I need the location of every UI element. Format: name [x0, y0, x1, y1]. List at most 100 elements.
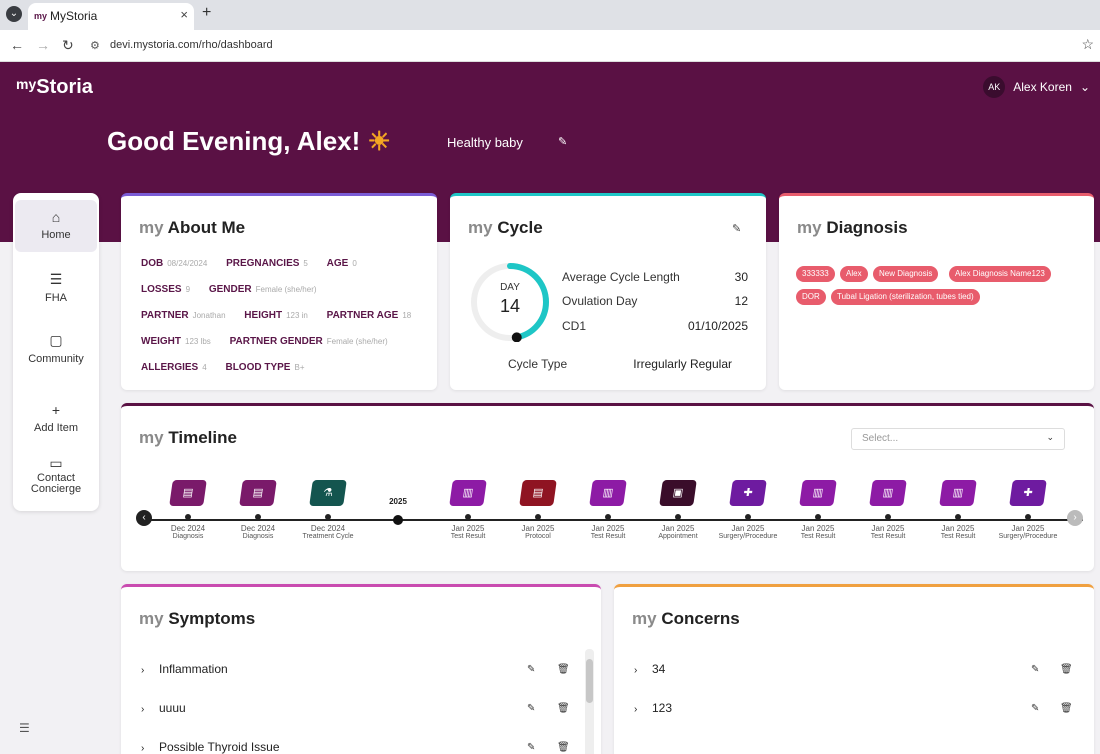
trash-icon[interactable]: 🗑 [1060, 703, 1073, 714]
site-info-icon[interactable]: ⚙ [90, 39, 100, 52]
diagnosis-tag[interactable]: DOR [796, 289, 826, 305]
edit-icon[interactable]: ✎ [527, 664, 535, 675]
timeline-event[interactable]: ✚ Jan 2025 Surgery/Procedure [988, 480, 1068, 540]
timeline-next-icon[interactable]: › [1067, 510, 1083, 526]
chat-bubbles-icon: ▢ [49, 332, 63, 348]
forward-icon[interactable]: → [36, 37, 50, 53]
sidebar-item-community[interactable]: ▢ Community [15, 332, 97, 365]
timeline-event[interactable]: ▤ Dec 2024 Diagnosis [218, 480, 298, 540]
card-title: my About Me [139, 218, 246, 237]
diagnosis-tag[interactable]: Tubal Ligation (sterilization, tubes tie… [831, 289, 980, 305]
about-row: DOB 08/24/2024 PREGNANCIES 5 AGE 0 [141, 258, 357, 269]
clipboard-icon: ▤ [519, 480, 557, 506]
test-tube-icon: ▥ [869, 480, 907, 506]
edit-cycle-icon[interactable]: ✎ [732, 222, 741, 235]
home-icon: ⌂ [51, 209, 61, 225]
trash-icon[interactable]: 🗑 [1060, 664, 1073, 675]
new-tab-icon[interactable]: + [202, 4, 211, 22]
settings-list-icon[interactable]: ☰ [19, 721, 30, 735]
diagnosis-tag[interactable]: Alex [840, 266, 868, 282]
concern-row[interactable]: › 123 [634, 701, 672, 715]
edit-icon[interactable]: ✎ [1031, 664, 1039, 675]
trash-icon[interactable]: 🗑 [557, 703, 570, 714]
symptoms-scrollbar[interactable] [585, 649, 594, 754]
sidebar: ⌂ Home ☰ FHA ▢ Community + Add Item ▭ Co… [13, 193, 99, 511]
timeline-filter-select[interactable]: Select... ⌄ [851, 428, 1065, 450]
about-row: LOSSES 9 GENDER Female (she/her) [141, 284, 317, 295]
timeline-event[interactable]: ⚗ Dec 2024 Treatment Cycle [288, 480, 368, 540]
ovulation-value: 12 [734, 294, 748, 308]
timeline-event[interactable]: ▤ Dec 2024 Diagnosis [148, 480, 228, 540]
bookmark-star-icon[interactable]: ☆ [1081, 36, 1094, 53]
edit-icon[interactable]: ✎ [1031, 703, 1039, 714]
status-subtitle: Healthy baby [447, 135, 523, 150]
timeline-event[interactable]: ▥ Jan 2025 Test Result [918, 480, 998, 540]
test-tube-icon: ▥ [939, 480, 977, 506]
cd1-label: CD1 [562, 319, 587, 333]
day-label: DAY [500, 282, 520, 293]
diagnosis-tag[interactable]: Alex Diagnosis Name123 [949, 266, 1051, 282]
close-tab-icon[interactable]: × [180, 7, 188, 22]
day-value: 14 [499, 296, 521, 316]
diagnosis-tag[interactable]: 333333 [796, 266, 835, 282]
trash-icon[interactable]: 🗑 [557, 664, 570, 675]
edit-icon[interactable]: ✎ [527, 742, 535, 753]
ovulation-label: Ovulation Day [562, 294, 638, 308]
test-tube-icon: ▥ [589, 480, 627, 506]
favicon-icon: my [34, 11, 48, 21]
cycle-card: my Cycle ✎ DAY 14 Average Cycle Length 3… [450, 193, 766, 390]
concern-row[interactable]: › 34 [634, 662, 665, 676]
trash-icon[interactable]: 🗑 [557, 742, 570, 753]
url-field[interactable]: devi.mystoria.com/rho/dashboard [110, 39, 273, 51]
sidebar-item-add[interactable]: + Add Item [15, 402, 97, 434]
list-heart-icon: ☰ [49, 271, 63, 287]
timeline-event[interactable]: ▣ Jan 2025 Appointment [638, 480, 718, 540]
timeline-event[interactable]: ▥ Jan 2025 Test Result [428, 480, 508, 540]
timeline-event[interactable]: ▤ Jan 2025 Protocol [498, 480, 578, 540]
avg-cycle-value: 30 [734, 270, 748, 284]
chevron-right-icon: › [634, 665, 638, 676]
symptom-row[interactable]: › Inflammation [141, 662, 228, 676]
edit-status-icon[interactable]: ✎ [558, 135, 567, 148]
cd1-value: 01/10/2025 [687, 319, 748, 333]
diagnosis-tag[interactable]: New Diagnosis [873, 266, 939, 282]
symptoms-card: my Symptoms › Inflammation ✎ 🗑 › uuuu ✎ 🗑 … [121, 584, 601, 754]
syringe-icon: ✚ [1009, 480, 1047, 506]
chevron-right-icon: › [141, 743, 145, 754]
chevron-right-icon: › [141, 704, 145, 715]
document-icon: ▤ [169, 480, 207, 506]
chevron-down-icon: ⌄ [1046, 432, 1054, 442]
back-icon[interactable]: ← [10, 37, 24, 53]
timeline-event[interactable]: ▥ Jan 2025 Test Result [848, 480, 928, 540]
edit-icon[interactable]: ✎ [527, 703, 535, 714]
reload-icon[interactable]: ↻ [62, 37, 74, 54]
sidebar-item-fha[interactable]: ☰ FHA [15, 271, 97, 304]
card-title: my Diagnosis [797, 218, 908, 237]
greeting-title: Good Evening, Alex! ☀ [107, 126, 391, 156]
timeline-event[interactable]: ▥ Jan 2025 Test Result [568, 480, 648, 540]
timeline-event[interactable]: ▥ Jan 2025 Test Result [778, 480, 858, 540]
logo[interactable]: myStoria [16, 76, 93, 99]
chevron-right-icon: › [141, 665, 145, 676]
test-tube-icon: ▥ [799, 480, 837, 506]
user-menu[interactable]: AK Alex Koren ⌄ [983, 76, 1090, 98]
document-icon: ▤ [239, 480, 277, 506]
timeline-year-marker [393, 515, 403, 525]
calendar-icon: ▣ [659, 480, 697, 506]
tab-search-icon[interactable]: ⌄ [6, 6, 22, 22]
about-row: WEIGHT 123 lbs PARTNER GENDER Female (she/… [141, 336, 388, 347]
browser-tab[interactable]: my MyStoria × [28, 3, 194, 30]
sidebar-item-concierge[interactable]: ▭ Contact Concierge [15, 456, 97, 495]
cycle-type-value: Irregularly Regular [633, 357, 732, 371]
timeline-event[interactable]: ✚ Jan 2025 Surgery/Procedure [708, 480, 788, 540]
card-title: my Symptoms [139, 609, 256, 628]
sidebar-item-home[interactable]: ⌂ Home [15, 200, 97, 252]
about-row: ALLERGIES 4 BLOOD TYPE B+ [141, 362, 305, 373]
scrollbar-thumb[interactable] [586, 659, 593, 703]
symptom-row[interactable]: › uuuu [141, 701, 186, 715]
card-title: my Concerns [632, 609, 740, 628]
symptom-row[interactable]: › Possible Thyroid Issue [141, 740, 280, 754]
timeline-card: my Timeline Select... ⌄ ‹ › 2025 ▤ Dec 20… [121, 403, 1094, 571]
address-bar: ← → ↻ ⚙ devi.mystoria.com/rho/dashboard … [0, 30, 1100, 62]
card-title: my Cycle [468, 218, 543, 237]
